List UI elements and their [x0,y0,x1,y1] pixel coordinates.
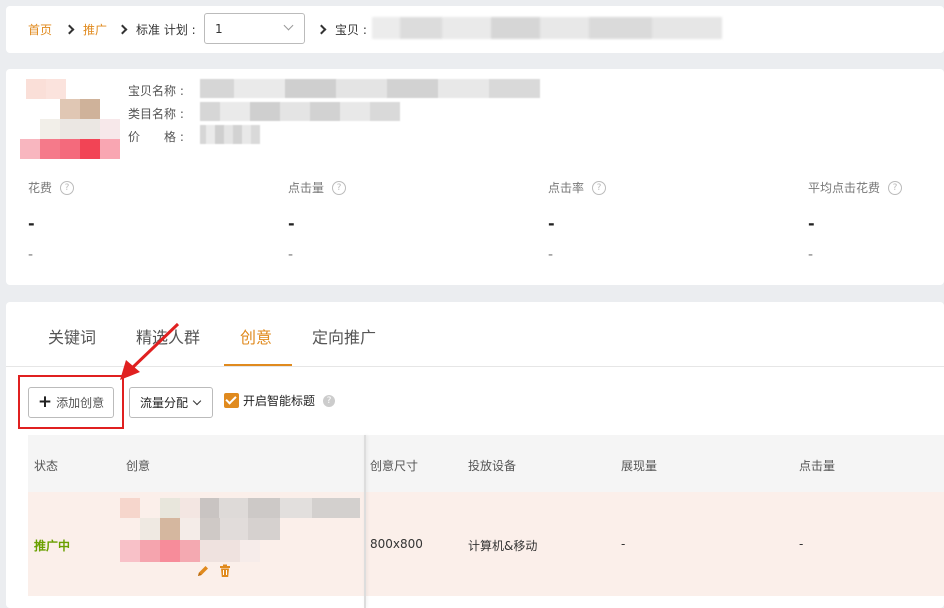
metric-value: - [548,214,555,233]
breadcrumb-promote-link[interactable]: 推广 [83,21,107,38]
metric-ctr: 点击率? - - [548,179,748,263]
help-icon[interactable]: ? [60,180,75,195]
blurred-item-title [372,17,722,39]
metric-label: 平均点击花费 [808,181,881,195]
breadcrumb-home-link[interactable]: 首页 [28,21,52,38]
metric-label: 点击量 [288,181,325,195]
help-icon[interactable]: ? [888,180,903,195]
metric-label: 花费 [28,181,53,195]
smart-title-toggle[interactable]: 开启智能标题 ? [224,392,336,409]
product-summary-card: 宝贝名称 : 类目名称 : 价 格 : 花费? - - 点击量? - - 点击率… [6,69,944,285]
traffic-allocation-label: 流量分配 [140,396,189,410]
col-status: 状态 [34,459,59,473]
col-creative: 创意 [126,459,151,473]
help-icon[interactable]: ? [332,180,347,195]
smart-title-checkbox[interactable] [224,393,239,408]
category-name-label: 类目名称 : [128,107,184,121]
blurred-product-name [200,79,540,98]
col-device: 投放设备 [468,459,517,473]
chevron-right-icon [64,24,75,35]
col-clicks: 点击量 [799,459,836,473]
smart-title-label: 开启智能标题 [243,394,316,408]
creative-thumbnail[interactable] [120,498,360,562]
active-tab-indicator [224,364,292,366]
creative-size: 800x800 [370,537,423,551]
metric-label: 点击率 [548,181,585,195]
help-icon[interactable]: ? [323,394,336,407]
plan-label: 标准 计划 : [136,23,196,37]
metric-value: - [288,214,295,233]
annotation-arrow [120,322,180,380]
plan-select[interactable]: 1 [204,13,305,44]
annotation-highlight-box [18,375,124,429]
col-impressions: 展现量 [621,459,658,473]
chevron-down-icon [283,20,294,31]
chevron-down-icon [192,396,202,406]
metric-compare: - [288,247,294,263]
creative-clicks: - [799,537,804,551]
metric-compare: - [808,247,814,263]
breadcrumb-bar: 首页 推广 标准 计划 : 1 宝贝 : [6,6,944,53]
creative-device: 计算机&移动 [468,539,538,553]
trash-icon[interactable] [218,564,232,578]
metric-value: - [28,214,35,233]
status-badge: 推广中 [34,539,71,553]
table-row[interactable]: 推广中 800x800 计算机&移动 - - [28,492,944,596]
item-label: 宝贝 : [335,23,367,37]
metric-cost: 花费? - - [28,179,228,263]
metric-value: - [808,214,815,233]
metric-clicks: 点击量? - - [288,179,488,263]
blurred-category-name [200,102,400,121]
metric-compare: - [548,247,554,263]
breadcrumb: 首页 推广 标准 计划 : [28,6,196,53]
metric-avg-cpc: 平均点击花费? - - [808,179,944,263]
col-size: 创意尺寸 [370,459,419,473]
blurred-price [200,125,260,144]
chevron-right-icon [316,24,327,35]
product-thumbnail [20,73,122,161]
plan-select-value: 1 [215,22,223,36]
pencil-icon[interactable] [196,564,210,578]
tab-keywords[interactable]: 关键词 [48,324,96,348]
metric-compare: - [28,247,34,263]
creative-impressions: - [621,537,626,551]
tab-creative[interactable]: 创意 [240,324,272,348]
traffic-allocation-dropdown[interactable]: 流量分配 [129,387,213,418]
chevron-right-icon [117,24,128,35]
product-name-label: 宝贝名称 : [128,84,184,98]
price-label: 价 格 : [128,130,184,144]
column-freeze-divider [364,435,366,608]
tab-targeting[interactable]: 定向推广 [312,324,376,348]
help-icon[interactable]: ? [592,180,607,195]
breadcrumb-item: 宝贝 : [314,6,367,53]
table-header: 状态 创意 创意尺寸 投放设备 展现量 点击量 [28,435,944,492]
